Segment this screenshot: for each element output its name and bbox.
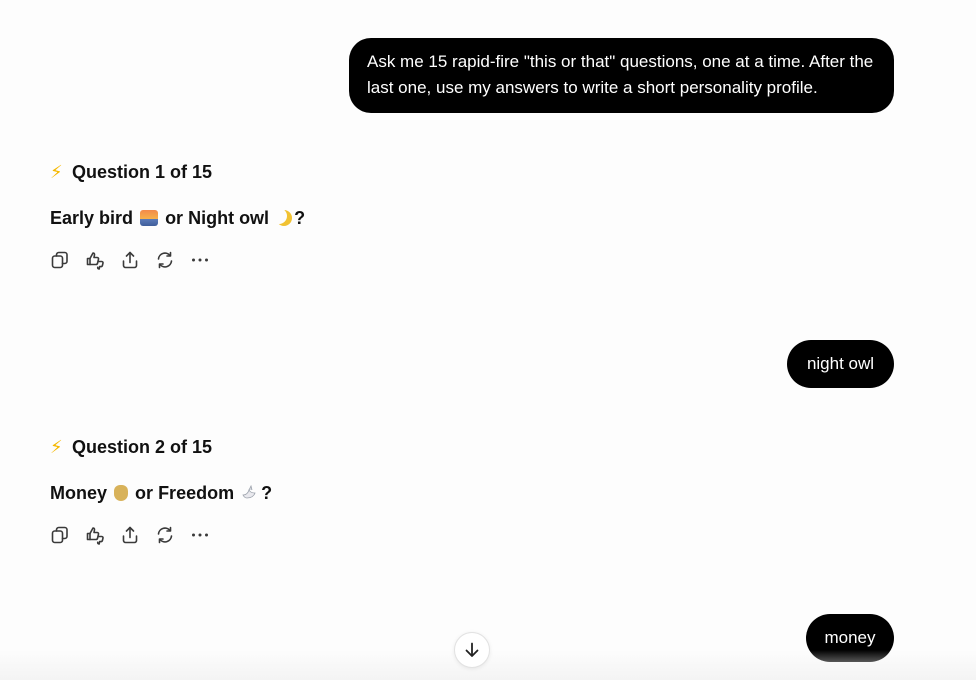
chat-page: Ask me 15 rapid-fire "this or that" ques…: [0, 0, 976, 680]
connector-text: or: [135, 483, 154, 503]
share-button[interactable]: [120, 525, 140, 545]
user-answer-text: money: [824, 628, 876, 647]
more-button[interactable]: [190, 525, 210, 545]
regenerate-icon: [157, 526, 173, 544]
copy-button[interactable]: [50, 525, 70, 545]
question-text: Money or Freedom ?: [50, 481, 272, 505]
sunrise-emoji: [140, 210, 159, 226]
question-suffix: ?: [261, 483, 273, 503]
regenerate-button[interactable]: [155, 250, 175, 270]
feedback-button[interactable]: [85, 250, 105, 270]
feedback-button[interactable]: [85, 525, 105, 545]
copy-icon: [51, 526, 68, 544]
share-icon: [122, 526, 138, 544]
thumbs-up-down-icon: [86, 252, 104, 270]
more-icon: [192, 258, 208, 262]
option-a-text: Money: [50, 483, 108, 503]
regenerate-button[interactable]: [155, 525, 175, 545]
thumbs-up-down-icon: [86, 527, 104, 545]
arrow-down-icon: [465, 642, 479, 657]
more-icon: [192, 533, 208, 537]
question-heading: ⚡ Question 2 of 15: [50, 435, 272, 459]
more-button[interactable]: [190, 250, 210, 270]
option-b-text: Night owl: [188, 208, 270, 228]
copy-button[interactable]: [50, 250, 70, 270]
user-message-text: Ask me 15 rapid-fire "this or that" ques…: [367, 52, 874, 97]
regenerate-icon: [157, 251, 173, 269]
user-answer-bubble: money: [806, 614, 894, 662]
lightning-bolt-icon: ⚡: [50, 437, 63, 457]
money-bag-emoji: [114, 485, 129, 501]
share-button[interactable]: [120, 250, 140, 270]
message-actions: [50, 525, 272, 545]
message-actions: [50, 250, 305, 270]
copy-icon: [51, 251, 68, 269]
question-heading-text: Question 2 of 15: [72, 437, 213, 457]
scroll-to-bottom-button[interactable]: [454, 632, 490, 668]
question-text: Early bird or Night owl ?: [50, 206, 305, 230]
option-b-text: Freedom: [158, 483, 235, 503]
option-a-text: Early bird: [50, 208, 134, 228]
crescent-moon-emoji: [276, 210, 292, 226]
assistant-message: ⚡ Question 2 of 15 Money or Freedom ?: [50, 435, 272, 545]
assistant-message: ⚡ Question 1 of 15 Early bird or Night o…: [50, 160, 305, 270]
lightning-bolt-icon: ⚡: [50, 162, 63, 182]
share-icon: [122, 251, 138, 269]
user-answer-bubble: night owl: [787, 340, 894, 388]
user-answer-text: night owl: [806, 354, 875, 373]
question-suffix: ?: [294, 208, 306, 228]
question-heading-text: Question 1 of 15: [72, 162, 213, 182]
user-message-bubble: Ask me 15 rapid-fire "this or that" ques…: [349, 38, 894, 113]
question-heading: ⚡ Question 1 of 15: [50, 160, 305, 184]
dove-emoji: [242, 485, 256, 499]
connector-text: or: [165, 208, 184, 228]
